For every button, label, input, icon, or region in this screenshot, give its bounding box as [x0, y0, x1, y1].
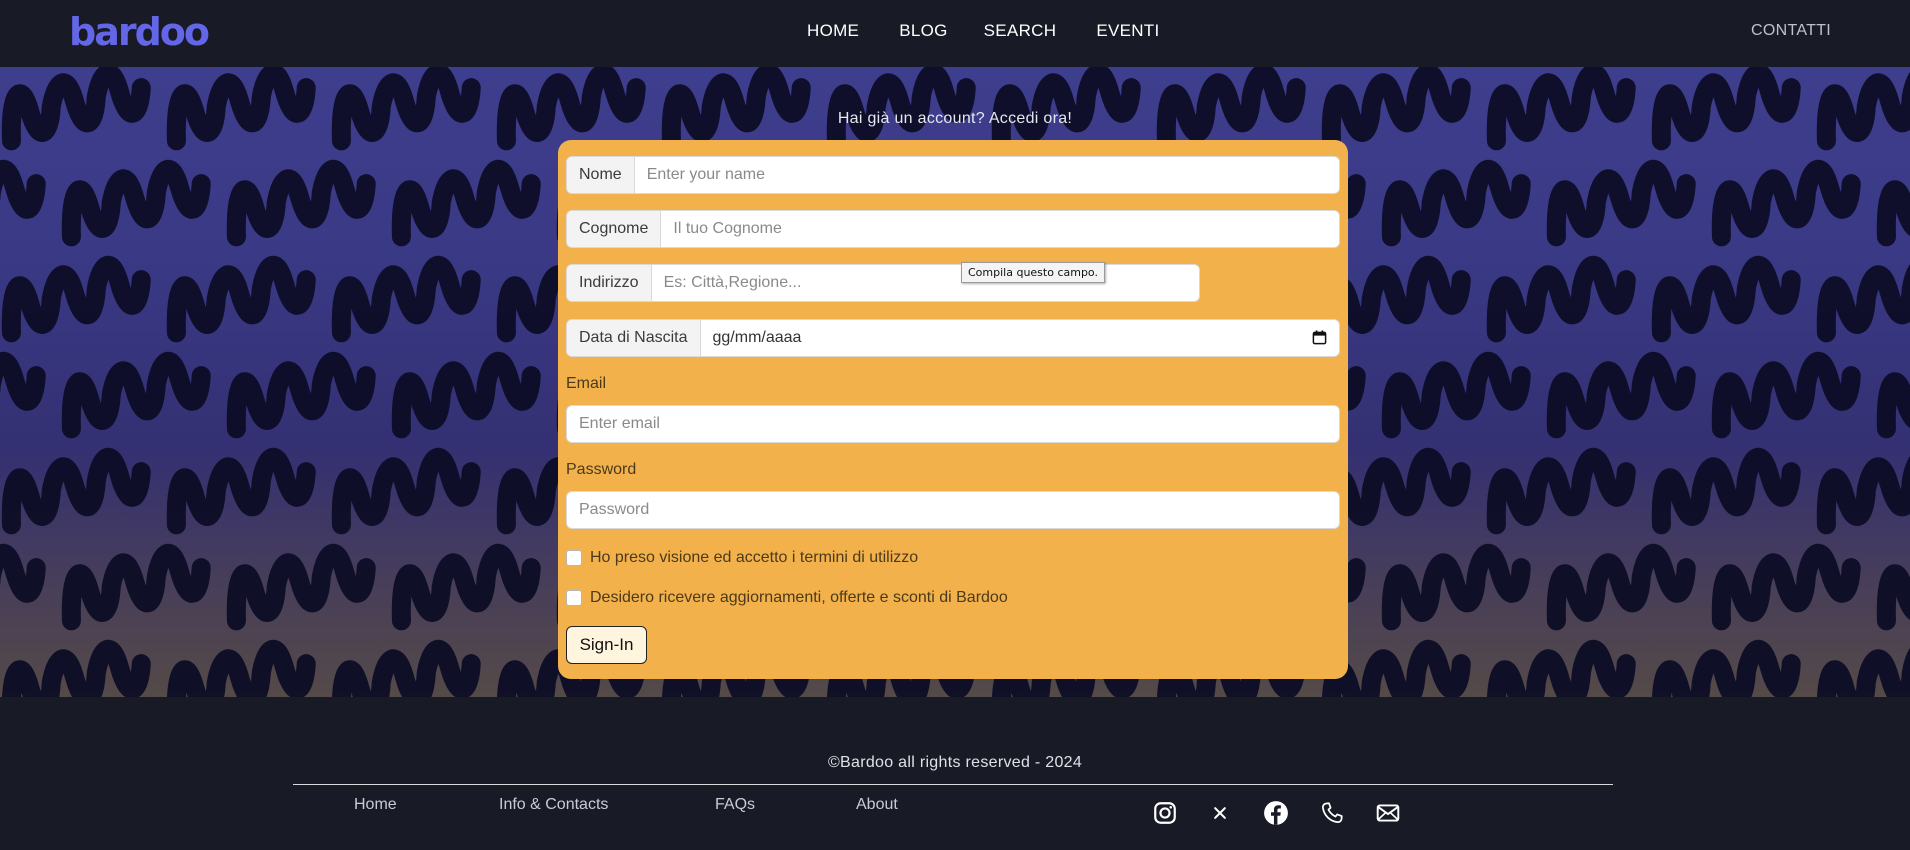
email-label: Email: [566, 375, 607, 392]
instagram-icon[interactable]: [1151, 799, 1179, 827]
footer-link-home[interactable]: Home: [354, 796, 397, 814]
footer-link-info-contacts[interactable]: Info & Contacts: [499, 796, 608, 814]
facebook-icon[interactable]: [1262, 799, 1290, 827]
nav-blog-link[interactable]: BLOG: [899, 20, 947, 42]
footer-link-faqs[interactable]: FAQs: [715, 796, 755, 814]
password-label: Password: [566, 461, 637, 478]
password-input[interactable]: [566, 491, 1340, 529]
nav-search-link[interactable]: SEARCH: [984, 20, 1057, 42]
mail-icon[interactable]: [1374, 799, 1402, 827]
phone-icon[interactable]: [1318, 799, 1346, 827]
nascita-label: Data di Nascita: [567, 320, 701, 356]
nav-links: HOME BLOG SEARCH EVENTI: [807, 20, 1200, 42]
terms-checkbox[interactable]: [566, 550, 582, 566]
terms-checkbox-label[interactable]: Ho preso visione ed accetto i termini di…: [590, 549, 918, 567]
cognome-input[interactable]: [661, 211, 1339, 247]
nome-label: Nome: [567, 157, 635, 193]
copyright-text: ©Bardoo all rights reserved - 2024: [827, 754, 1083, 771]
signup-form-card: Nome Cognome Indirizzo Data di Nascita g…: [558, 140, 1348, 679]
newsletter-checkbox-row: Desidero ricevere aggiornamenti, offerte…: [566, 589, 1008, 607]
navbar: bardoo HOME BLOG SEARCH EVENTI CONTATTI: [0, 0, 1910, 67]
newsletter-checkbox-label[interactable]: Desidero ricevere aggiornamenti, offerte…: [590, 589, 1008, 607]
nascita-date-value: gg/mm/aaaa: [712, 329, 802, 346]
footer-divider: [293, 784, 1613, 785]
calendar-icon[interactable]: [1312, 330, 1327, 345]
footer-link-about[interactable]: About: [856, 796, 898, 814]
sign-in-button[interactable]: Sign-In: [566, 626, 647, 664]
terms-checkbox-row: Ho preso visione ed accetto i termini di…: [566, 549, 918, 567]
email-input[interactable]: [566, 405, 1340, 443]
nascita-date-input[interactable]: gg/mm/aaaa: [701, 320, 1340, 356]
nav-home-link[interactable]: HOME: [807, 20, 859, 42]
login-prompt-link[interactable]: Hai già un account? Accedi ora!: [0, 110, 1910, 128]
nav-eventi-link[interactable]: EVENTI: [1096, 20, 1159, 42]
nav-contatti-link[interactable]: CONTATTI: [1751, 20, 1831, 42]
x-icon[interactable]: [1206, 799, 1234, 827]
nome-input-group: Nome: [566, 156, 1340, 194]
newsletter-checkbox[interactable]: [566, 590, 582, 606]
nascita-input-group: Data di Nascita gg/mm/aaaa: [566, 319, 1340, 357]
validation-tooltip: Compila questo campo.: [961, 262, 1105, 283]
cognome-input-group: Cognome: [566, 210, 1340, 248]
bardoo-logo[interactable]: bardoo: [69, 10, 210, 54]
indirizzo-input[interactable]: [651, 265, 1199, 301]
indirizzo-label: Indirizzo: [567, 265, 652, 301]
cognome-label: Cognome: [567, 211, 662, 247]
nome-input[interactable]: [634, 157, 1339, 193]
